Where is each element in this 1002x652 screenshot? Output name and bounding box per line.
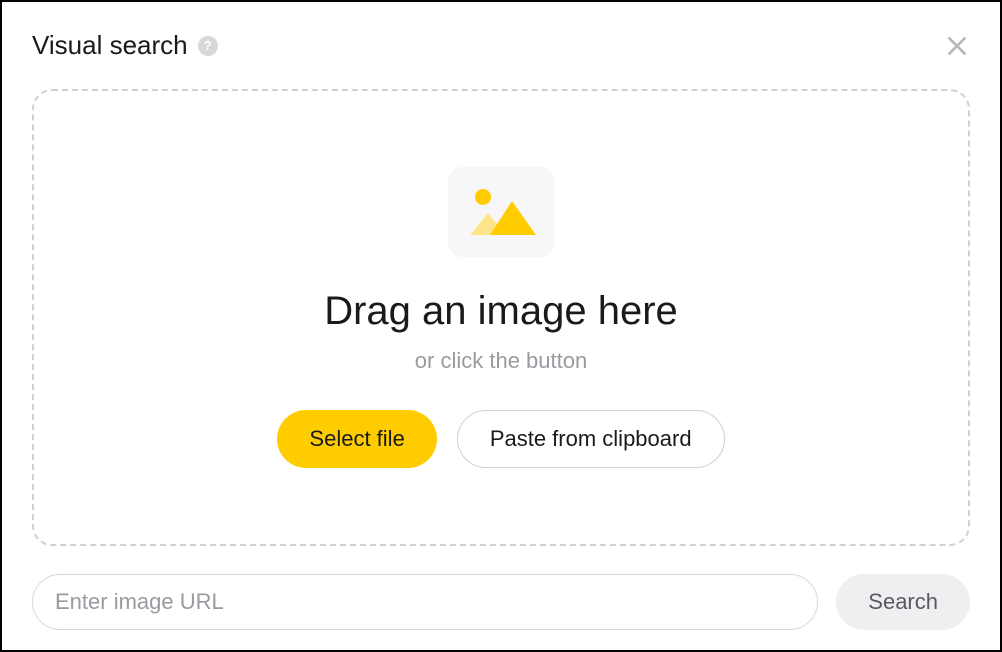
close-icon[interactable] (944, 33, 970, 59)
button-row: Select file Paste from clipboard (277, 410, 724, 468)
search-button[interactable]: Search (836, 574, 970, 630)
drop-zone-title: Drag an image here (324, 289, 678, 334)
help-icon[interactable]: ? (198, 36, 218, 56)
modal-title: Visual search (32, 30, 188, 61)
paste-clipboard-button[interactable]: Paste from clipboard (457, 410, 725, 468)
header-left: Visual search ? (32, 30, 218, 61)
drop-zone-subtitle: or click the button (415, 348, 587, 374)
image-url-input[interactable] (32, 574, 818, 630)
drop-zone[interactable]: Drag an image here or click the button S… (32, 89, 970, 546)
select-file-button[interactable]: Select file (277, 410, 436, 468)
modal-header: Visual search ? (32, 30, 970, 61)
image-icon (448, 167, 554, 257)
url-row: Search (32, 574, 970, 630)
